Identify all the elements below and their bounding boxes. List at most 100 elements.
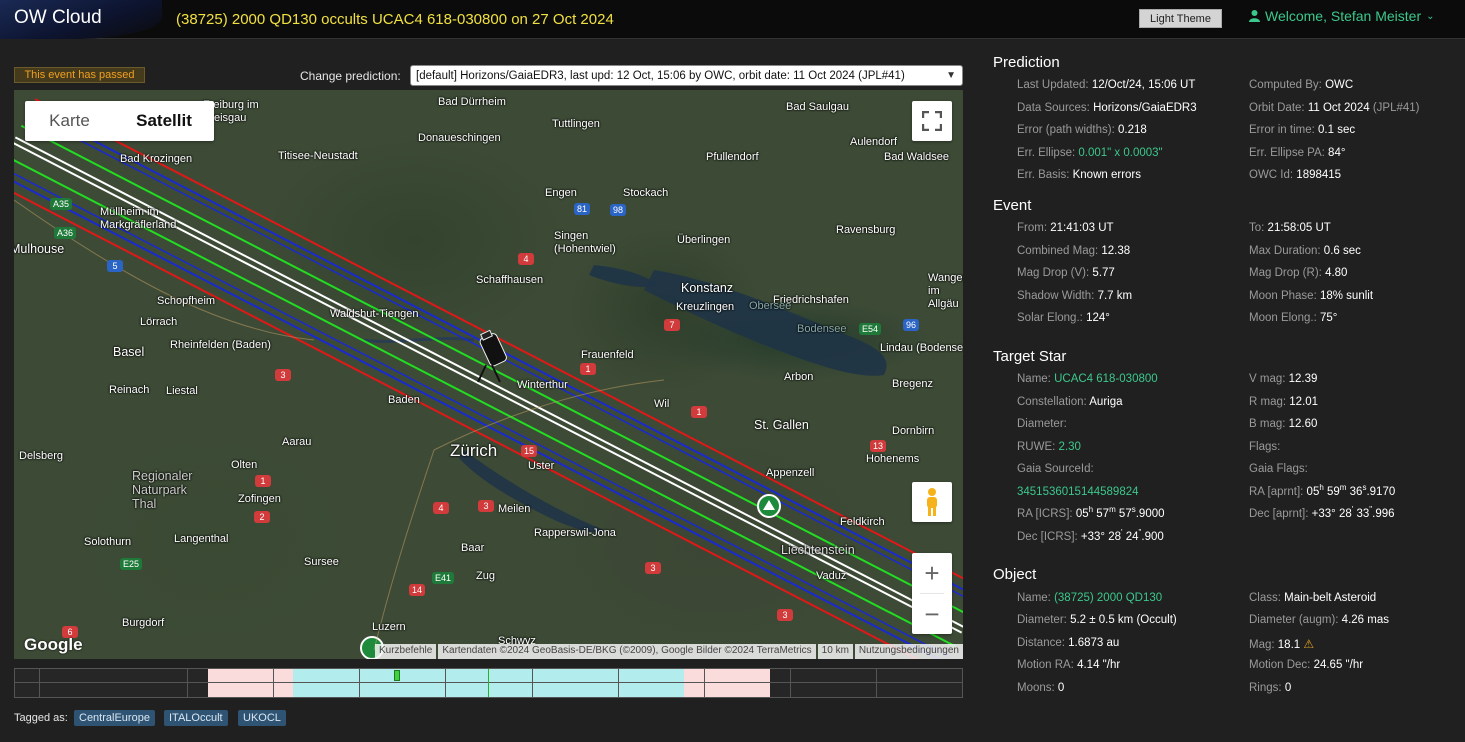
user-menu[interactable]: Welcome, Stefan Meister ⌄ [1249, 8, 1435, 24]
road-shield: 5 [107, 260, 123, 272]
gaia-source-link[interactable]: 3451536015144589824 [1017, 486, 1139, 498]
field-label: Error in time: [1249, 124, 1315, 136]
ruwe-row: RUWE: 2.30 [1017, 441, 1081, 453]
field-label: Moon Elong.: [1249, 312, 1317, 324]
timeline-tick [704, 669, 705, 697]
dec-icrs-row: Dec [ICRS]: +33° 28' 24".900 [1017, 529, 1164, 543]
timeline-tick [876, 669, 877, 697]
road-shield: 98 [610, 204, 626, 216]
map-label: Zofingen [238, 493, 281, 505]
field-value: 12.39 [1288, 373, 1318, 385]
map-label: Delsberg [19, 450, 64, 462]
field-label: Constellation: [1017, 396, 1087, 408]
object-name-link[interactable]: (38725) 2000 QD130 [1054, 592, 1162, 604]
fullscreen-button[interactable] [912, 101, 952, 141]
field-label: Moon Phase: [1249, 290, 1317, 302]
field-label: Moons: [1017, 682, 1055, 694]
prediction-select-value: [default] Horizons/GaiaEDR3, last upd: 1… [416, 69, 905, 82]
app-logo[interactable]: OW Cloud [0, 0, 162, 39]
star-name-link[interactable]: UCAC4 618-030800 [1054, 373, 1158, 385]
field-value: +33° 28' 33".996 [1311, 505, 1395, 520]
map-scale[interactable]: 10 km [817, 644, 853, 659]
road-shield: A35 [50, 198, 72, 210]
prediction-select[interactable]: [default] Horizons/GaiaEDR3, last upd: 1… [410, 65, 963, 86]
field-label: Class: [1249, 592, 1281, 604]
rmag-row: R mag: 12.01 [1249, 396, 1318, 408]
road-shield: 81 [574, 203, 590, 215]
map-type-satellite-button[interactable]: Satellit [114, 101, 214, 141]
field-value: 84° [1328, 147, 1346, 159]
map-label: Stockach [623, 187, 669, 199]
field-label: RA [aprnt]: [1249, 486, 1304, 498]
timeline-observer-marker[interactable] [394, 670, 400, 681]
timeline-tick [359, 669, 360, 697]
road-shield: 14 [409, 584, 425, 596]
map-label: Basel [113, 345, 145, 359]
road-shield: 96 [903, 319, 919, 331]
map-type-karte-button[interactable]: Karte [25, 101, 114, 141]
map-label: Uster [528, 460, 555, 472]
zoom-out-button[interactable]: − [912, 594, 952, 634]
warning-icon[interactable]: ⚠ [1303, 637, 1314, 651]
field-value: 12.60 [1288, 418, 1318, 430]
map-label: Rapperswil-Jona [534, 527, 616, 539]
field-label: To: [1249, 222, 1265, 234]
light-theme-button[interactable]: Light Theme [1139, 9, 1222, 28]
object-diameter-row: Diameter: 5.2 ± 0.5 km (Occult) [1017, 614, 1177, 626]
chevron-down-icon: ⌄ [1426, 10, 1435, 22]
map-label: Tuttlingen [552, 118, 600, 130]
field-label: RA [ICRS]: [1017, 508, 1073, 520]
app-logo-text[interactable]: OW Cloud [14, 7, 102, 29]
field-value: 05h 57m 57s.9000 [1075, 505, 1165, 520]
ruwe-link[interactable]: 2.30 [1059, 441, 1081, 453]
gaia-source-label-row: Gaia SourceId: [1017, 463, 1094, 475]
top-bar: OW Cloud (38725) 2000 QD130 occults UCAC… [0, 0, 1465, 39]
field-value: 18% sunlit [1319, 290, 1374, 302]
event-heading: Event [993, 197, 1032, 214]
street-view-pegman-button[interactable] [912, 482, 952, 522]
keyboard-shortcuts-link[interactable]: Kurzbefehle [374, 644, 437, 659]
map-label: Sursee [304, 556, 339, 568]
star-name-row: Name: UCAC4 618-030800 [1017, 373, 1158, 385]
combined-mag-row: Combined Mag: 12.38 [1017, 245, 1130, 257]
tag-italoccult[interactable]: ITALOccult [164, 710, 228, 726]
map-label: Vaduz [816, 570, 847, 582]
owc-id-row: OWC Id: 1898415 [1249, 169, 1341, 181]
road-shield: 4 [518, 253, 534, 265]
tag-centraleurope[interactable]: CentralEurope [74, 710, 155, 726]
tagged-label: Tagged as: [14, 712, 68, 724]
field-label: Flags: [1249, 441, 1281, 453]
map-label: Olten [231, 459, 258, 471]
map-label: Donaueschingen [418, 132, 501, 144]
user-icon [1249, 10, 1260, 22]
diameter-augm-row: Diameter (augm): 4.26 mas [1249, 614, 1389, 626]
occultation-map[interactable]: Zürich Konstanz Winterthur Basel St. Gal… [14, 90, 963, 659]
field-value: 1.6873 au [1068, 637, 1120, 649]
map-label: Bad Waldsee [884, 151, 950, 163]
ra-aprnt-row: RA [aprnt]: 05h 59m 36s.9170 [1249, 484, 1395, 498]
ra-icrs-row: RA [ICRS]: 05h 57m 57s.9000 [1017, 505, 1165, 520]
field-value: 4.26 mas [1341, 614, 1389, 626]
terms-link[interactable]: Nutzungsbedingungen [854, 644, 963, 659]
field-label: Name: [1017, 373, 1051, 385]
tag-ukocl[interactable]: UKOCL [238, 710, 286, 726]
err-basis-row: Err. Basis: Known errors [1017, 169, 1141, 181]
moon-phase-row: Moon Phase: 18% sunlit [1249, 290, 1373, 302]
zoom-in-button[interactable]: + [912, 553, 952, 593]
moon-elong-row: Moon Elong.: 75° [1249, 312, 1337, 324]
field-label: Rings: [1249, 682, 1282, 694]
motion-dec-row: Motion Dec: 24.65 "/hr [1249, 659, 1363, 671]
flags-row: Flags: [1249, 441, 1280, 453]
map-label: Schaffhausen [476, 274, 544, 286]
field-value: (JPL#41) [1372, 102, 1420, 114]
computed-by-row: Computed By: OWC [1249, 79, 1353, 91]
road-shield: 15 [521, 445, 537, 457]
object-mag-row: Mag: 18.1 ⚠ [1249, 637, 1314, 651]
map-label: Reinach [109, 384, 150, 396]
err-ellipse-link[interactable]: 0.001" x 0.0003" [1078, 147, 1162, 159]
event-timeline[interactable] [14, 668, 963, 698]
timeline-tick [618, 669, 619, 697]
mag-drop-v-row: Mag Drop (V): 5.77 [1017, 267, 1115, 279]
road-shield: 1 [580, 363, 596, 375]
page-title: (38725) 2000 QD130 occults UCAC4 618-030… [176, 11, 614, 28]
